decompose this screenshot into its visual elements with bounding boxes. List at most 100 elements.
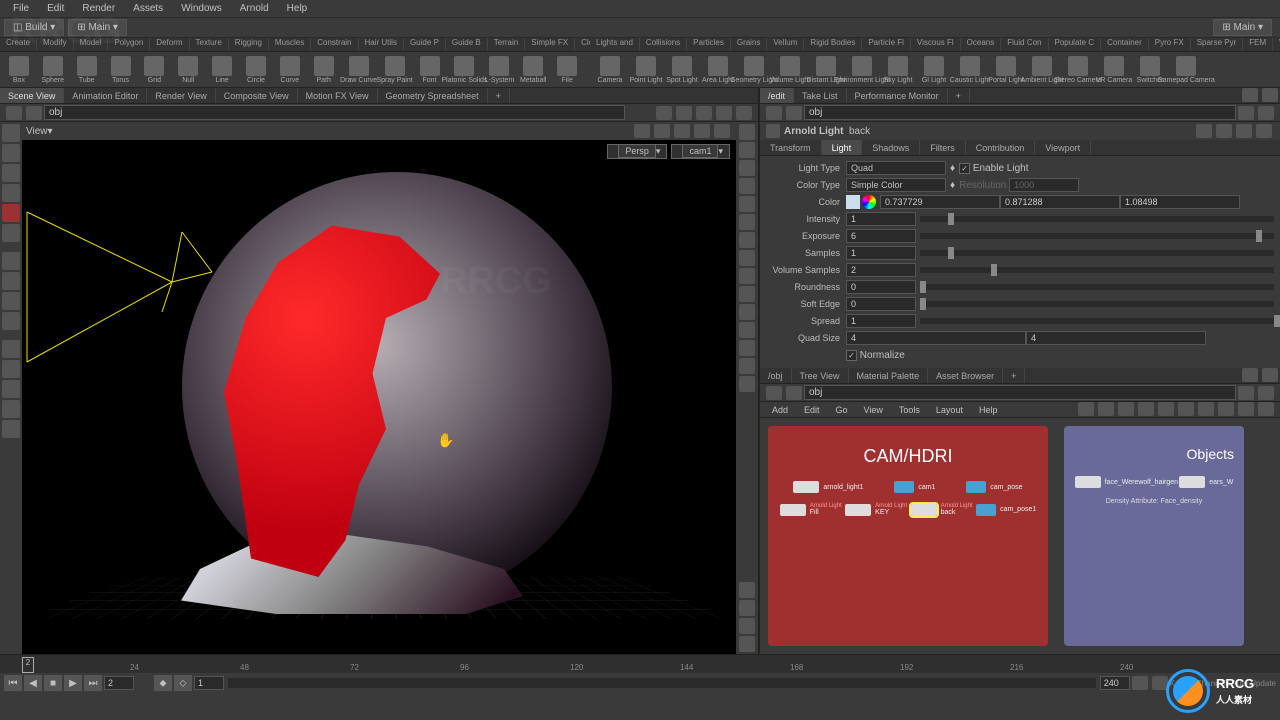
p-back-icon[interactable]: [766, 106, 782, 120]
r18-icon[interactable]: [739, 618, 755, 634]
shelf-spot light[interactable]: Spot Light: [666, 56, 698, 84]
shelf-torus[interactable]: Torus: [106, 56, 136, 84]
rotate-tool-icon[interactable]: [2, 164, 20, 182]
gear-icon[interactable]: [696, 106, 712, 120]
snap-tool-icon[interactable]: [2, 224, 20, 242]
r8-icon[interactable]: [739, 250, 755, 266]
network-view[interactable]: CAM/HDRI arnold_light1cam1cam_pose Arnol…: [760, 418, 1280, 654]
last-frame-button[interactable]: ⏭: [84, 675, 102, 691]
vp-a-icon[interactable]: [634, 124, 650, 138]
color-picker-icon[interactable]: [862, 195, 876, 209]
shelf-metaball[interactable]: Metaball: [518, 56, 548, 84]
select-tool-icon[interactable]: [2, 124, 20, 142]
link-icon[interactable]: [676, 106, 692, 120]
shelf-sphere[interactable]: Sphere: [38, 56, 68, 84]
shelf-sky light[interactable]: Sky Light: [882, 56, 914, 84]
shelf-caustic light[interactable]: Caustic Light: [954, 56, 986, 84]
network-tabs[interactable]: /objTree ViewMaterial PaletteAsset Brows…: [760, 368, 1280, 384]
scene-pane-tabs[interactable]: Scene ViewAnimation EditorRender ViewCom…: [0, 88, 758, 104]
current-frame-field[interactable]: [104, 676, 134, 690]
shelf-curve[interactable]: Curve: [275, 56, 305, 84]
menu-file[interactable]: File: [4, 3, 38, 14]
r16-icon[interactable]: [739, 582, 755, 598]
menu-windows[interactable]: Windows: [172, 3, 231, 14]
shelf-font[interactable]: Font: [415, 56, 445, 84]
r1-icon[interactable]: [739, 124, 755, 140]
node-back[interactable]: Arnold Lightback: [911, 503, 973, 516]
p-max-icon[interactable]: [1258, 106, 1274, 120]
intensity-field[interactable]: [846, 212, 916, 226]
tl-a-icon[interactable]: [1132, 676, 1148, 690]
r6-icon[interactable]: [739, 214, 755, 230]
menu-edit[interactable]: Edit: [38, 3, 73, 14]
n-home-icon[interactable]: [786, 386, 802, 400]
shelf-stereo camera[interactable]: Stereo Camera: [1062, 56, 1094, 84]
network-path-field[interactable]: [804, 385, 1236, 400]
r14-icon[interactable]: [739, 358, 755, 374]
shelf-line[interactable]: Line: [207, 56, 237, 84]
range-slider[interactable]: [228, 678, 1096, 688]
roundness-field[interactable]: [846, 280, 916, 294]
shelf-portal light[interactable]: Portal Light: [990, 56, 1022, 84]
r11-icon[interactable]: [739, 304, 755, 320]
move-tool-icon[interactable]: [2, 144, 20, 162]
n-back-icon[interactable]: [766, 386, 782, 400]
shelf-draw curve[interactable]: Draw Curve: [343, 56, 375, 84]
h-icon[interactable]: [1216, 124, 1232, 138]
shelf-volume light[interactable]: Volume Light: [774, 56, 806, 84]
spread-field[interactable]: [846, 314, 916, 328]
shelf-geometry light[interactable]: Geometry Light: [738, 56, 770, 84]
start-frame-field[interactable]: [194, 676, 224, 690]
shelf-gi light[interactable]: GI Light: [918, 56, 950, 84]
vp-c-icon[interactable]: [674, 124, 690, 138]
lock-tool-icon[interactable]: [2, 204, 20, 222]
r3-icon[interactable]: [739, 160, 755, 176]
shelf-tabs-right[interactable]: Lights andCollisionsParticlesGrainsVellu…: [590, 38, 1280, 52]
network-menu[interactable]: AddEditGoViewToolsLayoutHelp: [760, 402, 1280, 418]
node-arnold_light1[interactable]: arnold_light1: [793, 481, 863, 493]
shelf-tube[interactable]: Tube: [72, 56, 102, 84]
r19-icon[interactable]: [739, 636, 755, 652]
shelf-file[interactable]: File: [552, 56, 582, 84]
desktop-main[interactable]: ⊞ Main ▾: [68, 19, 127, 36]
mod-c-icon[interactable]: [2, 292, 20, 310]
node-name[interactable]: back: [849, 126, 870, 137]
samples-field[interactable]: [846, 246, 916, 260]
camera-dropdown[interactable]: cam1▾: [671, 144, 730, 159]
network-box-objects[interactable]: Objects face_Werewolf_hairgenears_W Dens…: [1064, 426, 1244, 646]
intensity-slider[interactable]: [920, 216, 1274, 222]
menu-assets[interactable]: Assets: [124, 3, 172, 14]
r13-icon[interactable]: [739, 340, 755, 356]
key-b-button[interactable]: ⬦: [174, 675, 192, 691]
playhead[interactable]: 2: [22, 657, 34, 673]
r15-icon[interactable]: [739, 376, 755, 392]
r12-icon[interactable]: [739, 322, 755, 338]
shelf-vr camera[interactable]: VR Camera: [1098, 56, 1130, 84]
mod-b-icon[interactable]: [2, 272, 20, 290]
param-path[interactable]: [804, 105, 1236, 120]
node-cam_pose1[interactable]: cam_pose1: [976, 503, 1036, 516]
play-button[interactable]: ▶: [64, 675, 82, 691]
shelf-l-system[interactable]: L-System: [484, 56, 514, 84]
exposure-slider[interactable]: [920, 233, 1274, 239]
light-type-select[interactable]: Quad: [846, 161, 946, 175]
roundness-slider[interactable]: [920, 284, 1274, 290]
menu-arnold[interactable]: Arnold: [231, 3, 278, 14]
shelf-circle[interactable]: Circle: [241, 56, 271, 84]
misc-icon[interactable]: [2, 400, 20, 418]
shelf-box[interactable]: Box: [4, 56, 34, 84]
end-frame-field[interactable]: [1100, 676, 1130, 690]
max-icon[interactable]: [736, 106, 752, 120]
desktop-main-r[interactable]: ⊞ Main ▾: [1213, 19, 1272, 36]
viewport[interactable]: View ▾ Persp▾ cam1▾: [22, 122, 736, 654]
softedge-slider[interactable]: [920, 301, 1274, 307]
view-dropdown[interactable]: View: [26, 126, 48, 137]
menu-help[interactable]: Help: [278, 3, 317, 14]
node-cam1[interactable]: cam1: [894, 481, 935, 493]
samples-slider[interactable]: [920, 250, 1274, 256]
gear-icon[interactable]: [1196, 124, 1212, 138]
shelf-null[interactable]: Null: [173, 56, 203, 84]
param-tabs[interactable]: TransformLightShadowsFiltersContribution…: [760, 140, 1280, 156]
menu-render[interactable]: Render: [73, 3, 124, 14]
timeline-ruler[interactable]: 2 24487296120144168192216240: [0, 655, 1280, 673]
